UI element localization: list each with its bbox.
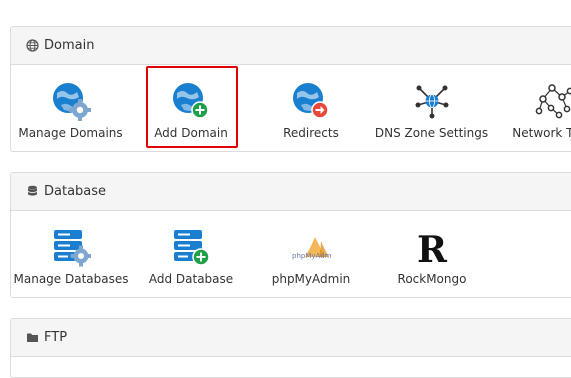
globe-icon	[26, 39, 39, 52]
database-panel-header: Database	[11, 173, 571, 211]
phpmyadmin-label: phpMyAdmin	[271, 272, 351, 286]
database-plus-icon	[171, 227, 211, 267]
globe-gear-icon	[51, 81, 91, 121]
rockmongo-label: RockMongo	[397, 272, 467, 286]
add-domain-label: Add Domain	[154, 126, 228, 140]
phpmyadmin-item[interactable]: phpMyAdmin phpMyAdmin	[256, 211, 366, 286]
manage-domains-item[interactable]: Manage Domains	[13, 65, 128, 140]
redirects-label: Redirects	[283, 126, 339, 140]
domain-panel-header: Domain	[11, 27, 571, 65]
phpmyadmin-logo-text: phpMyAdmin	[292, 252, 331, 260]
manage-databases-label: Manage Databases	[13, 272, 129, 286]
database-panel-title: Database	[44, 184, 107, 199]
add-database-label: Add Database	[148, 272, 234, 286]
network-tree-icon	[534, 81, 571, 121]
dns-zone-settings-item[interactable]: DNS Zone Settings	[374, 65, 489, 140]
rockmongo-item[interactable]: R RockMongo	[377, 211, 487, 286]
add-database-item[interactable]: Add Database	[136, 211, 246, 286]
manage-domains-label: Manage Domains	[18, 126, 123, 140]
network-tools-label: Network Tools	[512, 126, 571, 140]
database-gear-icon	[51, 227, 92, 267]
dns-zone-settings-label: DNS Zone Settings	[374, 126, 489, 140]
rockmongo-logo-text: R	[417, 229, 448, 267]
domain-panel-title: Domain	[44, 38, 95, 53]
network-tools-item[interactable]: Network Tools	[504, 65, 571, 140]
ftp-panel: FTP	[10, 318, 571, 378]
rockmongo-logo-icon: R	[412, 227, 452, 271]
phpmyadmin-logo-icon: phpMyAdmin	[291, 227, 338, 267]
add-domain-item[interactable]: Add Domain	[136, 65, 246, 140]
database-icon	[26, 185, 39, 198]
globe-redirect-icon	[291, 81, 331, 121]
redirects-item[interactable]: Redirects	[256, 65, 366, 140]
ftp-panel-header: FTP	[11, 319, 571, 357]
manage-databases-item[interactable]: Manage Databases	[11, 211, 131, 286]
ftp-panel-title: FTP	[44, 330, 68, 345]
folder-icon	[26, 331, 39, 344]
globe-plus-icon	[171, 81, 211, 121]
dns-network-icon	[412, 81, 452, 121]
database-panel: Database Manage Databases Add Database p…	[10, 172, 571, 298]
domain-panel: Domain Manage Domains Add Domain Redirec…	[10, 26, 571, 152]
